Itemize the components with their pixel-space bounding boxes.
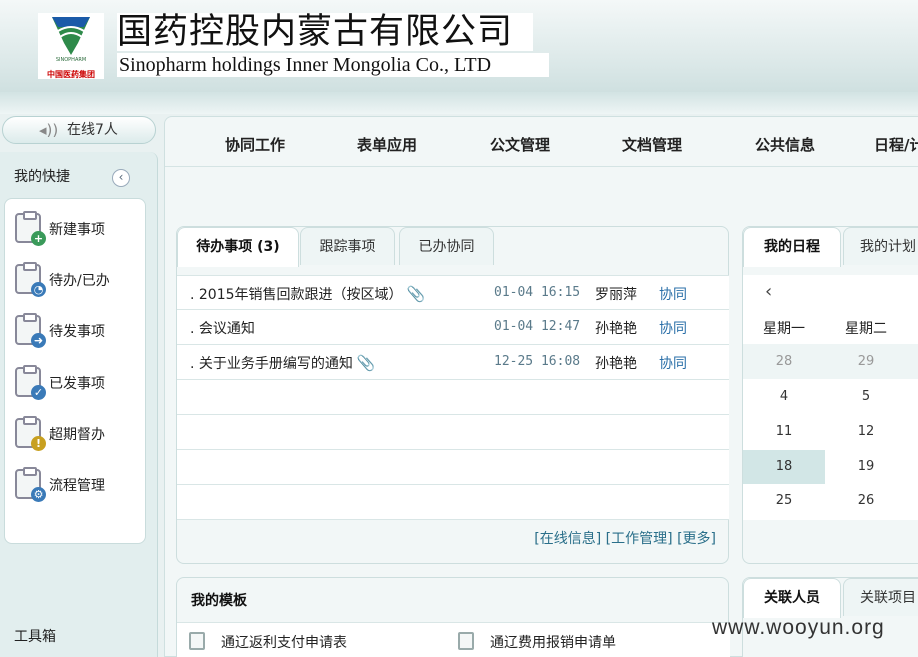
todo-time: 01-04 12:47 [494,319,581,334]
warning-icon: ! [15,416,46,451]
calendar-day[interactable]: 19 [825,450,907,484]
online-users-label: 在线7人 [67,122,118,138]
sidebar-item-label: 新建事项 [49,222,105,238]
sidebar-item-todo[interactable]: ◔ 待办/已办 [13,262,143,298]
todo-type-link[interactable]: 协同 [659,353,687,373]
todo-type-link[interactable]: 协同 [659,284,687,304]
chevron-left-icon[interactable]: ‹ [112,169,130,187]
sidebar-item-new[interactable]: + 新建事项 [13,211,143,247]
sidebar-item-label: 待发事项 [49,324,105,340]
tab-related-people[interactable]: 关联人员 [743,578,841,618]
template-panel: 我的模板 通辽返利支付申请表 通辽费用报销申请单 [176,577,730,657]
nav-item-forms[interactable]: 表单应用 [357,134,417,155]
sent-check-icon: ✓ [15,365,46,400]
top-nav: 协同工作 表单应用 公文管理 文档管理 公共信息 日程/计 [165,117,918,167]
chevron-left-icon[interactable]: ‹ [765,281,772,302]
weekday-header: 星期一 [763,321,805,337]
nav-item-collaboration[interactable]: 协同工作 [225,134,285,155]
todo-time: 01-04 16:15 [494,285,581,300]
send-pending-icon: ➜ [15,313,46,348]
paperclip-icon: 📎 [406,285,426,303]
todo-type-link[interactable]: 协同 [659,318,687,338]
calendar-day[interactable]: 5 [825,380,907,414]
calendar-day[interactable]: 26 [825,484,907,518]
calendar-day[interactable]: 11 [743,415,825,449]
todo-tabs: 待办事项 (3) 跟踪事项 已办协同 [177,227,728,267]
table-row [177,450,729,485]
logo-text-cn: 中国医药集团 [47,70,95,79]
paperclip-icon: 📎 [356,354,376,372]
template-item[interactable]: 通辽费用报销申请单 [458,632,616,652]
clock-icon: ◔ [15,262,46,297]
app-header: SINOPHARM 中国医药集团 国药控股内蒙古有限公司 Sinopharm h… [0,0,918,92]
toolbox-label[interactable]: 工具箱 [14,626,56,646]
calendar-day[interactable]: 25 [743,484,825,518]
nav-item-files[interactable]: 文档管理 [622,134,682,155]
table-row [177,415,729,450]
todo-sender: 孙艳艳 [595,321,637,337]
todo-subject[interactable]: . 关于业务手册编写的通知 📎 [190,353,376,373]
sidebar-item-label: 超期督办 [49,427,105,443]
nav-item-documents-official[interactable]: 公文管理 [490,134,550,155]
logo-emblem-icon [52,17,90,55]
watermark: www.wooyun.org [712,616,885,639]
sidebar-item-label: 待办/已办 [49,273,110,289]
work-manage-link[interactable]: [工作管理] [606,531,673,547]
calendar-day[interactable]: 4 [743,380,825,414]
company-logo: SINOPHARM 中国医药集团 [38,13,104,79]
calendar-day[interactable]: 12 [825,415,907,449]
table-row[interactable]: . 关于业务手册编写的通知 📎 12-25 16:08 孙艳艳 协同 [177,345,729,380]
tab-related-projects[interactable]: 关联项目 [843,578,918,616]
form-icon [458,632,474,650]
sidebar-item-label: 已发事项 [49,376,105,392]
company-name-cn: 国药控股内蒙古有限公司 [117,13,533,51]
sidebar-item-overdue[interactable]: ! 超期督办 [13,416,143,452]
nav-item-public-info[interactable]: 公共信息 [755,134,815,155]
calendar: ‹ 星期一 星期二 28 29 4 5 11 12 18 19 25 26 [743,275,918,520]
todo-subject[interactable]: . 2015年销售回款跟进（按区域） 📎 [190,284,425,304]
sidebar-item-workflow[interactable]: ⚙ 流程管理 [13,467,143,503]
sidebar-item-pending-send[interactable]: ➜ 待发事项 [13,313,143,349]
more-link[interactable]: [更多] [677,531,716,547]
todo-sender: 罗丽萍 [595,287,637,303]
sidebar-item-label: 流程管理 [49,478,105,494]
template-item[interactable]: 通辽返利支付申请表 [189,632,347,652]
company-name-en: Sinopharm holdings Inner Mongolia Co., L… [117,53,549,77]
calendar-day-today[interactable]: 18 [743,450,825,484]
speaker-icon: ◂)) [39,121,59,139]
todo-subject[interactable]: . 会议通知 [190,318,255,338]
todo-panel: 待办事项 (3) 跟踪事项 已办协同 . 2015年销售回款跟进（按区域） 📎 0… [176,226,729,564]
calendar-day[interactable]: 29 [825,345,907,379]
todo-sender: 孙艳艳 [595,356,637,372]
todo-time: 12-25 16:08 [494,354,581,369]
tab-tracking[interactable]: 跟踪事项 [300,227,395,265]
weekday-header: 星期二 [845,321,887,337]
calendar-day[interactable]: 28 [743,345,825,379]
online-info-link[interactable]: [在线信息] [534,531,601,547]
form-icon [189,632,205,650]
tab-my-schedule[interactable]: 我的日程 [743,227,841,267]
sidebar-title: 我的快捷 [14,169,70,185]
table-row [177,485,729,520]
table-row [177,380,729,415]
schedule-panel: 我的日程 我的计划 ‹ 星期一 星期二 28 29 4 5 11 12 18 1… [742,226,918,564]
sidebar-item-sent[interactable]: ✓ 已发事项 [13,365,143,401]
logo-text-en: SINOPHARM [55,57,87,63]
quick-links-panel: + 新建事项 ◔ 待办/已办 ➜ 待发事项 ✓ 已发事项 ! 超期督办 ⚙ 流程… [4,198,146,544]
sidebar: 我的快捷 ‹ + 新建事项 ◔ 待办/已办 ➜ 待发事项 ✓ 已发事项 ! 超期… [0,152,158,657]
tab-my-plan[interactable]: 我的计划 [843,227,918,265]
todo-footer-links: [在线信息] [工作管理] [更多] [534,528,716,548]
tab-todo[interactable]: 待办事项 (3) [177,227,299,267]
tab-done[interactable]: 已办协同 [399,227,494,265]
new-item-icon: + [15,211,46,246]
workflow-icon: ⚙ [15,467,46,502]
table-row[interactable]: . 会议通知 01-04 12:47 孙艳艳 协同 [177,310,729,345]
nav-item-schedule[interactable]: 日程/计 [874,134,918,155]
template-title: 我的模板 [191,593,247,609]
header-divider [0,92,918,114]
table-row[interactable]: . 2015年销售回款跟进（按区域） 📎 01-04 16:15 罗丽萍 协同 [177,275,729,310]
online-users-button[interactable]: ◂)) 在线7人 [2,116,156,144]
